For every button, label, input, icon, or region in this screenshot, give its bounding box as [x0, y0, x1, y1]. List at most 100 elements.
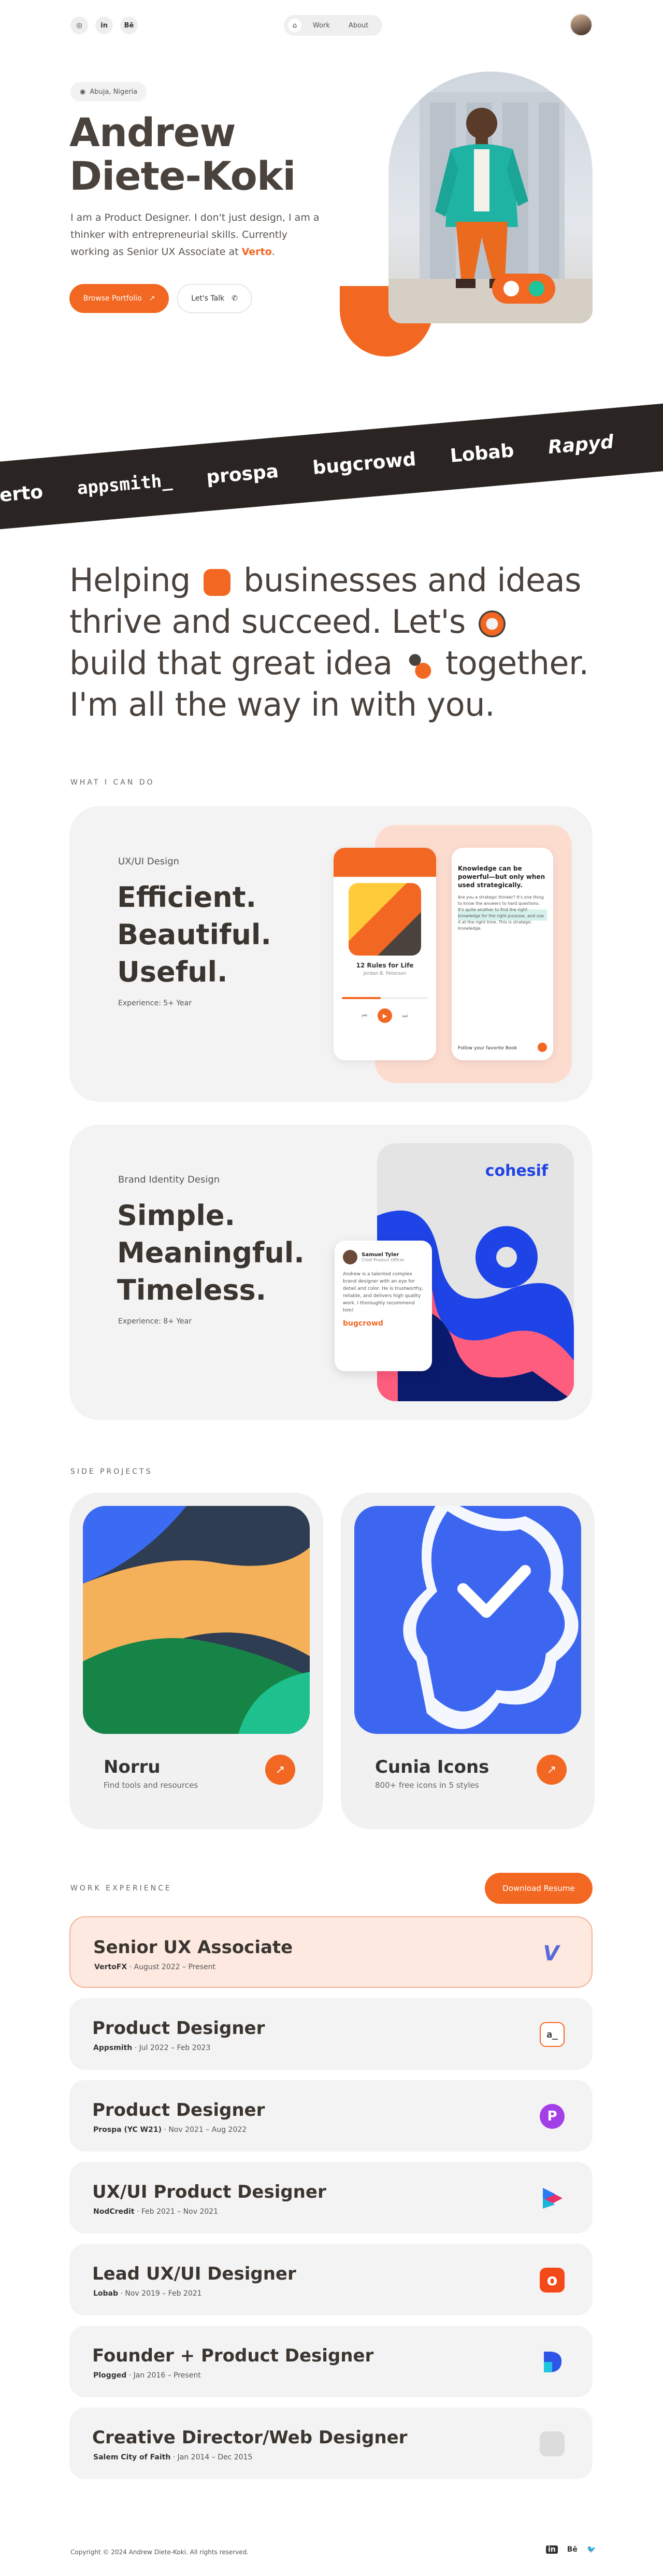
job-company: Lobab [93, 2289, 119, 2298]
job-company: Prospa (YC W21) [93, 2126, 162, 2134]
job-title: Lead UX/UI Designer [92, 2264, 296, 2284]
arrow-up-right-icon[interactable]: ↗ [265, 1755, 295, 1785]
lets-talk-button[interactable]: Let's Talk ✆ [177, 284, 252, 313]
nav-about[interactable]: About [341, 22, 376, 30]
prospa-logo-icon: P [540, 2104, 565, 2129]
cunia-artwork [354, 1506, 581, 1734]
job-company: Salem City of Faith [93, 2453, 171, 2461]
project-card-norru[interactable]: Norru Find tools and resources ↗ [69, 1492, 323, 1829]
job-title: Product Designer [92, 2100, 265, 2120]
service-title-line: Simple. [117, 1199, 235, 1232]
norru-artwork [83, 1506, 310, 1734]
service-label: Brand Identity Design [118, 1174, 220, 1185]
arrow-up-right-icon[interactable]: ↗ [537, 1755, 567, 1785]
job-title: UX/UI Product Designer [92, 2182, 326, 2202]
job-item[interactable]: UX/UI Product Designer NodCredit · Feb 2… [69, 2162, 593, 2233]
gear-icon [479, 610, 506, 637]
job-title: Product Designer [92, 2018, 265, 2039]
play-button[interactable]: ▶ [378, 1008, 392, 1023]
appsmith-logo-icon: a_ [540, 2022, 565, 2047]
intro-company-link[interactable]: Verto [242, 246, 272, 258]
job-company: VertoFX [94, 1963, 127, 1971]
brand-band: verto appsmith_ prospa bugcrowd Lobab Ra… [0, 401, 663, 532]
arrow-up-right-icon: ↗ [149, 294, 155, 303]
twitter-icon[interactable]: 🐦 [587, 2545, 596, 2554]
phone-mockup-player: 12 Rules for Life Jordan B. Peterson ⏮ ▶… [334, 848, 436, 1060]
job-item[interactable]: Founder + Product Designer Plogged · Jan… [69, 2326, 593, 2397]
job-dates: · Nov 2021 – Aug 2022 [161, 2126, 247, 2134]
job-item[interactable]: Creative Director/Web Designer Salem Cit… [69, 2408, 593, 2479]
name-line1: Andrew [69, 109, 236, 155]
download-resume-button[interactable]: Download Resume [485, 1873, 593, 1904]
intro-text: I am a Product Designer. I don't just de… [70, 209, 324, 261]
people-icon [405, 651, 433, 679]
brand-appsmith: appsmith_ [76, 469, 174, 499]
service-card-brand[interactable]: Brand Identity Design Simple. Meaningful… [69, 1125, 593, 1420]
toggle-dot-active [528, 281, 544, 296]
toggle-dot [503, 281, 519, 296]
job-meta: NodCredit · Feb 2021 – Nov 2021 [93, 2208, 218, 2216]
main-nav: ⌂ Work About [284, 15, 382, 36]
job-meta: Salem City of Faith · Jan 2014 – Dec 201… [93, 2453, 252, 2461]
job-dates: · Jul 2022 – Feb 2023 [132, 2044, 211, 2052]
work-eyebrow: WORK EXPERIENCE [70, 1884, 172, 1892]
headline-part1: Helping [69, 561, 191, 599]
verto-logo-icon: V [543, 1942, 559, 1966]
testimonial-card: Samuel Tyler Chief Product Officer Andre… [335, 1241, 432, 1371]
instagram-icon[interactable]: ◎ [70, 17, 88, 34]
job-company: Appsmith [93, 2044, 133, 2052]
reviewer-role: Chief Product Officer [362, 1258, 405, 1262]
linkedin-icon[interactable]: in [546, 2545, 558, 2554]
service-title-line: Meaningful. [117, 1236, 305, 1269]
book-author: Jordan B. Peterson [363, 971, 407, 976]
headline-part3: build that great idea [69, 644, 393, 682]
job-dates: · Jan 2016 – Present [126, 2371, 201, 2380]
nav-work[interactable]: Work [306, 22, 337, 30]
phone-icon: ✆ [232, 294, 238, 303]
service-title: Simple. Meaningful. Timeless. [117, 1197, 305, 1309]
job-meta: VertoFX · August 2022 – Present [94, 1963, 215, 1971]
services-eyebrow: WHAT I CAN DO [70, 778, 155, 787]
job-meta: Appsmith · Jul 2022 – Feb 2023 [93, 2044, 210, 2052]
job-item[interactable]: Product Designer Appsmith · Jul 2022 – F… [69, 1998, 593, 2070]
job-title: Founder + Product Designer [92, 2345, 374, 2366]
brand-verto: verto [0, 481, 44, 507]
cohesif-logo: cohesif [485, 1162, 548, 1180]
location-text: Abuja, Nigeria [90, 88, 138, 96]
briefcase-icon [203, 568, 230, 596]
job-item[interactable]: Senior UX Associate VertoFX · August 202… [69, 1916, 593, 1988]
brand-rapyd: Rapyd [547, 431, 615, 458]
plogged-logo-icon [540, 2350, 565, 2374]
job-item[interactable]: Lead UX/UI Designer Lobab · Nov 2019 – F… [69, 2244, 593, 2315]
location-pin-icon: ◉ [80, 88, 86, 96]
service-title-line: Efficient. [117, 881, 257, 914]
lobab-logo-icon: o [540, 2268, 565, 2293]
project-card-cunia[interactable]: Cunia Icons 800+ free icons in 5 styles … [341, 1492, 595, 1829]
service-title-line: Timeless. [117, 1274, 267, 1306]
job-company: Plogged [93, 2371, 127, 2380]
theme-toggle[interactable] [492, 274, 555, 304]
job-dates: · Jan 2014 – Dec 2015 [170, 2453, 253, 2461]
testimonial-company: bugcrowd [343, 1319, 383, 1328]
brand-bugcrowd: bugcrowd [311, 448, 417, 479]
salem-logo-icon [540, 2431, 565, 2456]
avatar[interactable] [570, 13, 593, 36]
phone-mockup-reader: Knowledge can be powerful—but only when … [452, 848, 553, 1060]
service-experience: Experience: 8+ Year [118, 1317, 192, 1326]
job-item[interactable]: Product Designer Prospa (YC W21) · Nov 2… [69, 2080, 593, 2152]
job-meta: Lobab · Nov 2019 – Feb 2021 [93, 2289, 202, 2298]
mission-headline: Helping businesses and ideas thrive and … [69, 560, 593, 725]
job-title: Senior UX Associate [93, 1937, 293, 1958]
behance-icon[interactable]: Bē [567, 2545, 578, 2554]
linkedin-icon[interactable]: in [95, 17, 113, 34]
browse-portfolio-button[interactable]: Browse Portfolio ↗ [69, 284, 169, 313]
behance-icon[interactable]: Bē [120, 17, 138, 34]
location-badge: ◉ Abuja, Nigeria [70, 82, 147, 102]
reader-title: Knowledge can be powerful—but only when … [458, 865, 545, 889]
brand-prospa: prospa [205, 460, 280, 488]
reader-footer: Follow your favorite Book [458, 1046, 517, 1051]
service-card-uxui[interactable]: UX/UI Design Efficient. Beautiful. Usefu… [69, 806, 593, 1102]
page-title: Andrew Diete-Koki [69, 109, 296, 198]
testimonial-quote: Andrew is a talented complex brand desig… [343, 1272, 424, 1313]
home-icon[interactable]: ⌂ [288, 19, 301, 32]
